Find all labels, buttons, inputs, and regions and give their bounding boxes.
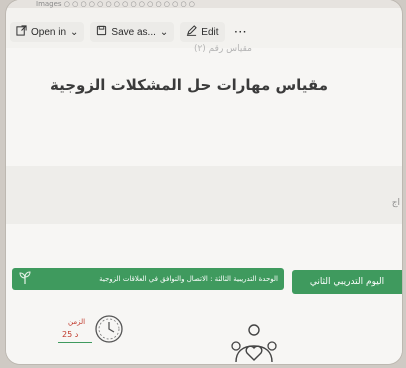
open-in-button[interactable]: Open in ⌄ bbox=[10, 22, 85, 42]
document-page: مقياس رقم (٢) مقياس مهارات حل المشكلات ا… bbox=[6, 44, 402, 364]
viewer-toolbar: Open in ⌄ Save as... ⌄ Edit ··· bbox=[6, 18, 402, 46]
shaded-band bbox=[6, 166, 402, 224]
unit-banner: الوحدة التدريبية الثالثة : الاتصال والتو… bbox=[12, 268, 284, 290]
screen: Images ○ ○ ○ ○ ○ ○ ○ ○ ○ ○ ○ ○ ○ ○ ○ ○ O… bbox=[6, 0, 402, 364]
save-as-button[interactable]: Save as... ⌄ bbox=[90, 22, 175, 42]
unit-title: الوحدة التدريبية الثالثة : الاتصال والتو… bbox=[99, 275, 278, 283]
page-title: مقياس مهارات حل المشكلات الزوجية bbox=[49, 76, 329, 94]
chevron-down-icon: ⌄ bbox=[159, 26, 169, 38]
open-in-label: Open in bbox=[31, 26, 67, 38]
training-day-badge: اليوم التدريبي الثاني bbox=[292, 270, 402, 294]
edit-button[interactable]: Edit bbox=[180, 22, 225, 42]
ghost-heading: مقياس رقم (٢) bbox=[193, 44, 252, 54]
open-in-icon bbox=[16, 25, 27, 39]
family-care-icon bbox=[228, 322, 280, 364]
time-value: 25 د bbox=[62, 330, 79, 339]
more-options-button[interactable]: ··· bbox=[231, 27, 252, 38]
cut-off-text: اج bbox=[391, 198, 400, 208]
plant-icon bbox=[18, 270, 32, 289]
save-as-icon bbox=[96, 25, 107, 39]
time-label: الزمن bbox=[68, 318, 86, 326]
browser-tab-strip: Images ○ ○ ○ ○ ○ ○ ○ ○ ○ ○ ○ ○ ○ ○ ○ ○ bbox=[6, 0, 402, 8]
clock-icon bbox=[92, 312, 126, 346]
save-as-label: Save as... bbox=[111, 26, 156, 38]
chevron-down-icon: ⌄ bbox=[70, 26, 79, 38]
edit-pencil-icon bbox=[186, 25, 198, 39]
time-underline bbox=[58, 342, 92, 343]
edit-label: Edit bbox=[201, 26, 219, 38]
